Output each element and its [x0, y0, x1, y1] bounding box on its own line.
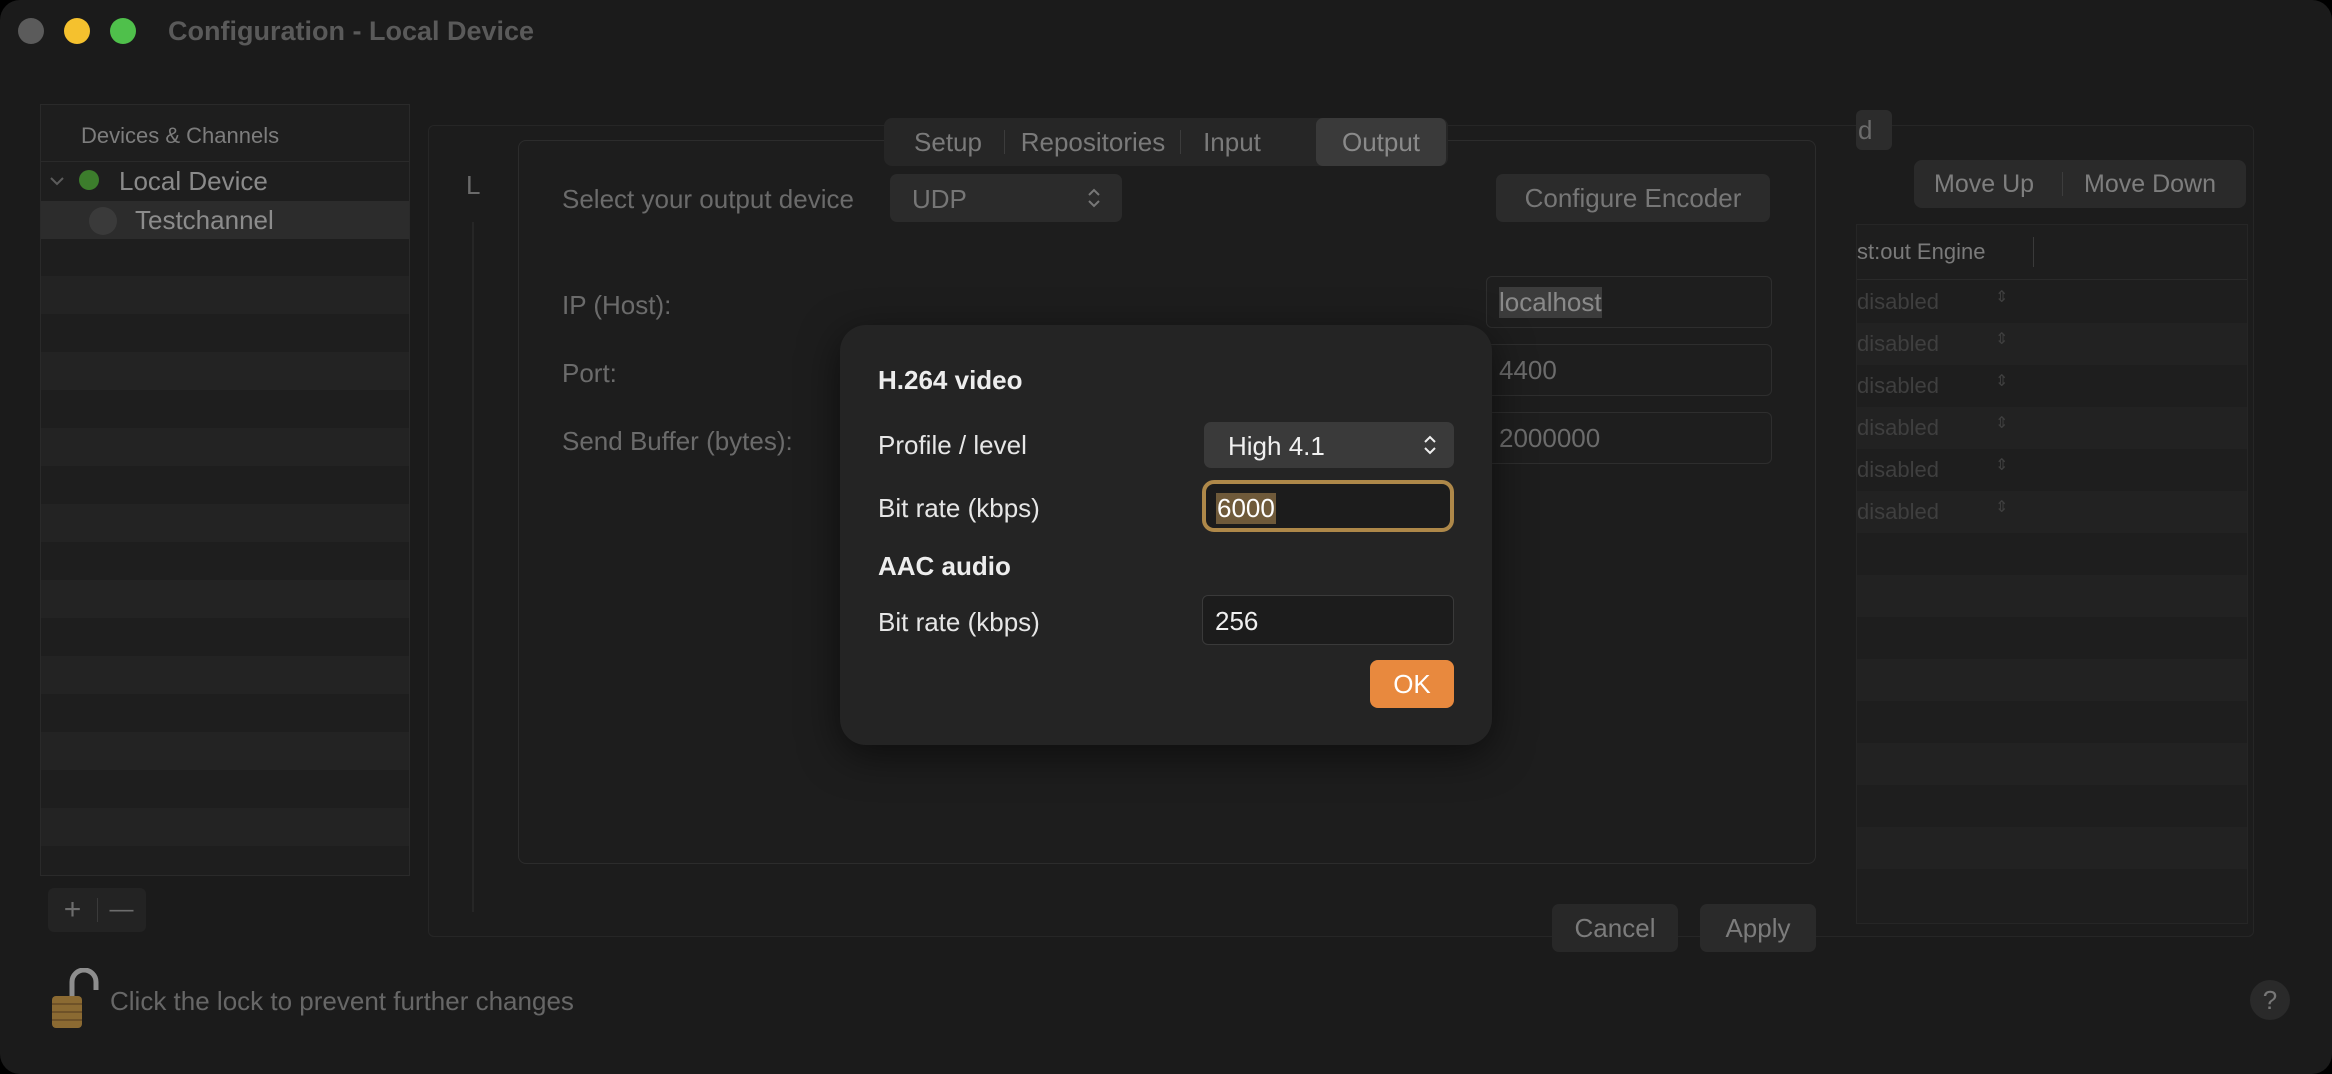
background-partial-letter: L [466, 170, 481, 200]
audio-bitrate-label: Bit rate (kbps) [878, 607, 1040, 637]
cancel-button[interactable]: Cancel [1552, 904, 1678, 952]
chevron-updown-icon: ⇕ [1995, 289, 2009, 306]
port-value: 4400 [1499, 355, 1557, 385]
lock-hint-text: Click the lock to prevent further change… [110, 986, 574, 1016]
tab-repositories[interactable]: Repositories [1008, 118, 1178, 166]
output-device-value: UDP [912, 184, 967, 214]
profile-level-select[interactable]: High 4.1 [1204, 422, 1454, 468]
send-buffer-value: 2000000 [1499, 423, 1601, 453]
table-column-header: st:out Engine [1857, 239, 1986, 264]
table-row[interactable]: disabled ⇕ [1857, 491, 2247, 533]
table-row[interactable]: disabled ⇕ [1857, 365, 2247, 407]
send-buffer-field[interactable]: 2000000 [1486, 412, 1772, 464]
profile-level-label: Profile / level [878, 430, 1027, 460]
chevron-updown-icon: ⇕ [1995, 415, 2009, 432]
output-device-select[interactable]: UDP [890, 174, 1122, 222]
minimize-window-button[interactable] [64, 18, 90, 44]
channel-status-dot [89, 207, 117, 235]
close-window-button[interactable] [18, 18, 44, 44]
background-table: st:out Engine disabled ⇕ disabled ⇕ disa… [1856, 224, 2248, 924]
sidebar-item-testchannel[interactable]: Testchannel [41, 201, 409, 239]
table-row[interactable]: disabled ⇕ [1857, 281, 2247, 323]
chevron-updown-icon [1424, 435, 1436, 455]
port-label: Port: [562, 358, 617, 388]
output-device-label: Select your output device [562, 184, 854, 214]
chevron-updown-icon: ⇕ [1995, 331, 2009, 348]
background-inner-line [472, 222, 474, 912]
tab-setup[interactable]: Setup [894, 118, 1002, 166]
video-bitrate-value: 6000 [1216, 493, 1276, 524]
add-channel-button[interactable]: + [48, 888, 97, 932]
tab-output[interactable]: Output [1316, 118, 1446, 166]
table-row[interactable]: disabled ⇕ [1857, 407, 2247, 449]
devices-sidebar: Devices & Channels Local Device Testchan… [40, 104, 410, 876]
background-right-section: d st:out Engine disabled ⇕ disabled ⇕ di… [1856, 110, 2256, 940]
audio-bitrate-value: 256 [1215, 606, 1259, 636]
configuration-window: Configuration - Local Device Devices & C… [0, 0, 2332, 1074]
lock-icon[interactable] [48, 968, 100, 1032]
chevron-updown-icon: ⇕ [1995, 373, 2009, 390]
table-header: st:out Engine [1857, 225, 2247, 280]
ok-button[interactable]: OK [1370, 660, 1454, 708]
chevron-down-icon[interactable] [49, 174, 65, 188]
port-field[interactable]: 4400 [1486, 344, 1772, 396]
apply-button[interactable]: Apply [1700, 904, 1816, 952]
sidebar-header-label: Devices & Channels [81, 123, 280, 148]
profile-level-value: High 4.1 [1228, 431, 1325, 461]
device-status-dot [79, 170, 99, 190]
window-title: Configuration - Local Device [168, 16, 535, 46]
background-tab-partial: d [1856, 110, 1892, 150]
move-up-button[interactable]: Move Up [1934, 160, 2034, 208]
ip-host-label: IP (Host): [562, 290, 672, 320]
sidebar-header: Devices & Channels [41, 105, 409, 162]
send-buffer-label: Send Buffer (bytes): [562, 426, 793, 456]
table-row[interactable]: disabled ⇕ [1857, 323, 2247, 365]
encoder-config-sheet: H.264 video Profile / level High 4.1 Bit… [840, 325, 1492, 745]
settings-tab-bar: Setup Repositories Input Output [884, 118, 1448, 166]
move-down-button[interactable]: Move Down [2084, 160, 2216, 208]
device-label: Local Device [119, 166, 268, 196]
sidebar-item-local-device[interactable]: Local Device [41, 162, 409, 200]
table-row[interactable]: disabled ⇕ [1857, 449, 2247, 491]
configure-encoder-button[interactable]: Configure Encoder [1496, 174, 1770, 222]
zoom-window-button[interactable] [110, 18, 136, 44]
video-bitrate-input[interactable]: 6000 [1202, 480, 1454, 532]
chevron-updown-icon [1088, 188, 1100, 208]
audio-bitrate-input[interactable]: 256 [1202, 595, 1454, 645]
remove-channel-button[interactable]: — [97, 888, 146, 932]
help-button[interactable]: ? [2250, 980, 2290, 1020]
ip-host-value: localhost [1499, 287, 1602, 318]
audio-section-heading: AAC audio [878, 551, 1011, 581]
channel-label: Testchannel [135, 205, 274, 235]
chevron-updown-icon: ⇕ [1995, 457, 2009, 474]
add-remove-buttons: + — [48, 888, 146, 932]
chevron-updown-icon: ⇕ [1995, 499, 2009, 516]
video-bitrate-label: Bit rate (kbps) [878, 493, 1040, 523]
tab-input[interactable]: Input [1184, 118, 1280, 166]
video-section-heading: H.264 video [878, 365, 1023, 395]
ip-host-field[interactable]: localhost [1486, 276, 1772, 328]
move-buttons-group: Move Up Move Down [1914, 160, 2246, 208]
